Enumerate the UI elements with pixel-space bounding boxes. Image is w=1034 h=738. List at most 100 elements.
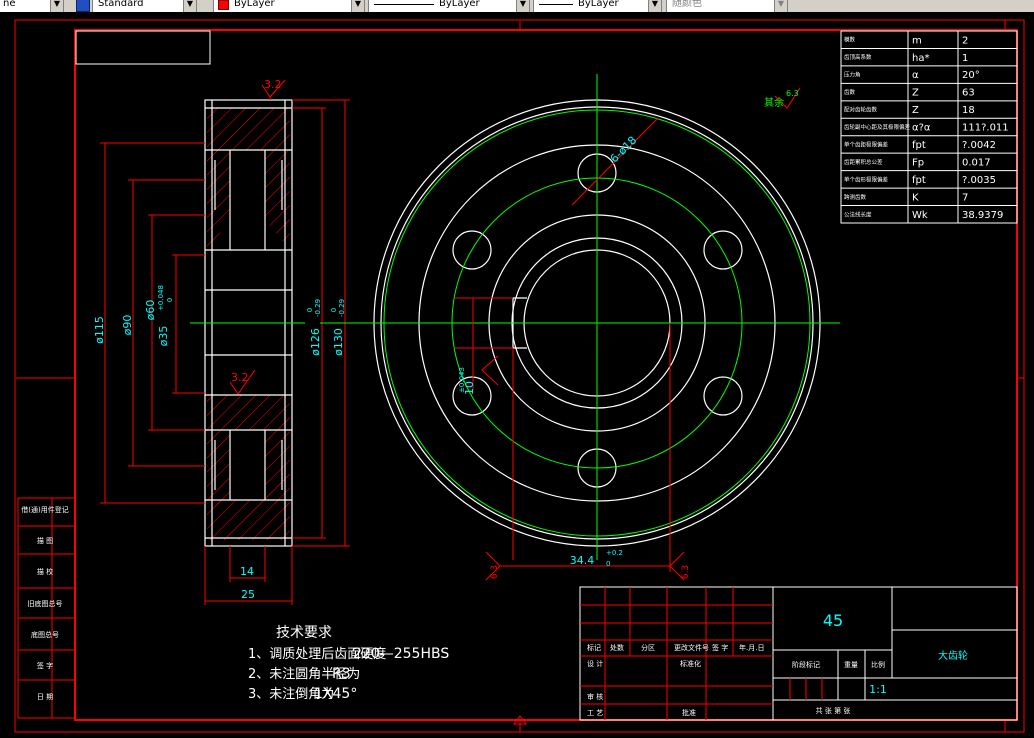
gear-row-symbol: α [912, 70, 919, 81]
strip-label-2: 描 校 [37, 567, 53, 576]
gear-row-symbol: α?α [912, 123, 931, 134]
gear-row-value: 20° [962, 70, 980, 81]
lineweight-combo[interactable]: ByLayer ▼ [533, 0, 662, 12]
color-swatch-icon [218, 0, 229, 10]
gear-row-name: 跨测齿数 [844, 193, 867, 201]
tb-process: 工 艺 [587, 709, 603, 717]
gear-row-value: 2 [962, 35, 968, 46]
gear-row-symbol: Z [912, 88, 919, 99]
hatch-rim-bottom-right [265, 430, 290, 510]
gear-row-symbol: fpt [912, 175, 926, 186]
tb-header-1: 处数 [610, 643, 624, 652]
gear-row-symbol: Fp [912, 158, 924, 169]
gear-row-value: 7 [962, 192, 968, 203]
tb-weight: 重量 [844, 661, 858, 669]
dim-d130-tol-lower: -0.29 [338, 299, 346, 317]
dim-keyway-tol-upper: +0.2 [606, 549, 623, 557]
notes-title: 技术要求 [276, 625, 332, 641]
chevron-down-icon[interactable]: ▼ [648, 0, 661, 12]
gear-row-name: 单个齿距极限偏差 [844, 140, 889, 148]
tb-sheets: 共 张 第 张 [816, 706, 851, 715]
note-3-value: 1X45° [314, 686, 357, 702]
linetype-combo[interactable]: ByLayer ▼ [368, 0, 530, 12]
gear-row-symbol: ha* [912, 53, 929, 64]
roughness-mid-label: 3.2 [231, 371, 249, 384]
color-combo[interactable]: ByLayer ▼ [213, 0, 365, 12]
dim-d60: ø60 [144, 300, 157, 321]
roughness-left-label: 6.3 [490, 565, 500, 579]
hatch-rim-top [207, 108, 290, 150]
gear-row-name: 齿轮副中心距及其极限偏差 [844, 123, 911, 131]
gear-row-value: ?.0035 [962, 175, 996, 186]
layer-combo[interactable]: ne ▼ [0, 0, 64, 12]
roughness-right-label: 6.3 [681, 565, 691, 579]
gear-row-value: 0.017 [962, 158, 991, 169]
text-style-icon[interactable] [76, 0, 90, 12]
dim-d115: ø115 [93, 316, 106, 344]
gear-row-value: 111?.011 [962, 123, 1009, 134]
linetype-value: ByLayer [439, 0, 480, 9]
gear-row-name: 配对齿轮齿数 [844, 106, 878, 114]
strip-label-6: 日 期 [37, 693, 53, 701]
gear-row-symbol: Wk [912, 210, 928, 221]
tb-check: 审 核 [587, 692, 603, 701]
chevron-down-icon[interactable]: ▼ [183, 0, 196, 12]
layer-value: ne [3, 0, 16, 9]
chevron-down-icon[interactable]: ▼ [516, 0, 529, 12]
tb-header-5: 年.月.日 [739, 643, 764, 652]
chevron-down-icon: ▼ [774, 0, 787, 12]
drawing-canvas[interactable]: 借(通)用件登记 描 图 描 校 旧底图总号 底图总号 签 字 日 期 3.2 … [0, 12, 1034, 738]
gear-row-value: 63 [962, 88, 975, 99]
text-style-combo[interactable]: Standard ▼ [92, 0, 197, 12]
dim-keyway-depth: 34.4 [570, 554, 595, 567]
hatch-web-bottom [207, 395, 290, 430]
tb-standardize: 标准化 [680, 659, 701, 668]
gear-row-value: 38.9379 [962, 210, 1003, 221]
strip-label-4: 底图总号 [31, 630, 59, 639]
dim-d126: ø126 [309, 328, 322, 356]
color-value: ByLayer [234, 0, 275, 9]
rest-roughness-label: 其余 [764, 96, 784, 109]
gear-row-value: ?.0042 [962, 140, 996, 151]
properties-toolbar: ne ▼ Standard ▼ ByLayer ▼ ByLayer ▼ ByLa… [0, 0, 1034, 12]
note-2-value: R3 [332, 666, 351, 682]
strip-label-5: 签 字 [37, 661, 53, 670]
lineweight-preview [539, 4, 573, 5]
dim-d35-tol-upper: +0.048 [157, 285, 165, 311]
dim-d35: ø35 [157, 326, 170, 347]
dim-d130: ø130 [332, 328, 345, 356]
strip-label-3: 旧底图总号 [28, 599, 63, 608]
tb-scale-label: 比例 [871, 660, 885, 669]
plotstyle-value: 随颜色 [672, 0, 702, 9]
dim-keyway-tol: ±0.043 [458, 367, 466, 393]
chevron-down-icon[interactable]: ▼ [50, 0, 63, 12]
chevron-down-icon[interactable]: ▼ [351, 0, 364, 12]
tb-part-name: 大齿轮 [938, 649, 968, 662]
gear-row-name: 公法线长度 [844, 210, 872, 218]
tb-header-0: 标记 [587, 643, 601, 652]
dim-d126-tol-upper: 0 [306, 308, 314, 312]
gear-row-symbol: K [912, 192, 919, 203]
lineweight-value: ByLayer [578, 0, 619, 9]
gear-row-symbol: m [912, 35, 922, 46]
gear-row-symbol: fpt [912, 140, 926, 151]
gear-row-value: 1 [962, 53, 968, 64]
dim-d90: ø90 [121, 315, 134, 336]
gear-row-name: 单个齿形极限偏差 [844, 175, 889, 183]
gear-row-symbol: Z [912, 105, 919, 116]
note-1-value: 220—255HBS [353, 646, 449, 662]
linetype-preview [374, 4, 434, 5]
tb-material: 45 [823, 611, 843, 630]
gear-row-name: 齿顶高系数 [844, 53, 872, 61]
dim-keyway-tol-lower: 0 [606, 560, 610, 568]
canvas-background [0, 12, 1034, 738]
tb-approve: 批准 [682, 708, 696, 717]
dim-w14: 14 [240, 565, 254, 578]
text-style-value: Standard [98, 0, 144, 9]
dim-d126-tol-lower: -0.29 [314, 299, 322, 317]
gear-row-name: 齿距累积总公差 [844, 158, 883, 166]
tb-scale: 1:1 [869, 683, 887, 696]
rest-roughness-value: 6.3 [786, 89, 799, 98]
gear-row-name: 齿数 [844, 88, 856, 96]
plotstyle-combo: 随颜色 ▼ [666, 0, 788, 12]
